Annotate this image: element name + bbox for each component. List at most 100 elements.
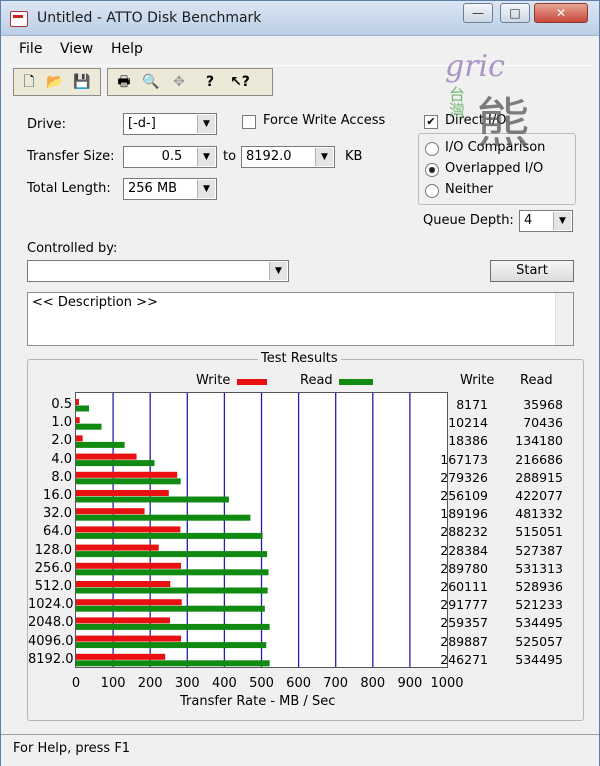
print-preview-icon[interactable]: 🔍 — [140, 71, 162, 93]
legend-read-swatch — [339, 379, 373, 385]
title-bar[interactable]: Untitled - ATTO Disk Benchmark — □ ✕ — [1, 1, 599, 36]
test-results-group: Test Results Write Read Write Read 0.5 1.… — [27, 351, 584, 721]
chevron-down-icon: ▼ — [197, 115, 215, 133]
write-value: 289780 — [440, 560, 488, 576]
force-write-checkbox[interactable] — [242, 115, 256, 129]
read-value: 528936 — [515, 579, 563, 594]
x-tick-label: 0 — [71, 676, 81, 691]
controlled-by-select[interactable]: ▼ — [27, 260, 289, 282]
write-bar — [76, 617, 170, 624]
read-value: 525057 — [515, 633, 563, 649]
read-bar — [76, 605, 265, 612]
maximize-button[interactable]: □ — [500, 3, 530, 23]
x-tick-label: 900 — [397, 676, 423, 691]
status-text: For Help, press F1 — [13, 741, 131, 756]
write-value: 260111 — [440, 579, 488, 594]
direct-io-checkbox[interactable]: ✔ — [424, 115, 438, 129]
print-icon[interactable]: 🖶 — [113, 71, 135, 93]
window-title: Untitled - ATTO Disk Benchmark — [37, 10, 262, 26]
read-value: 534495 — [515, 651, 563, 667]
toolbar-group-print: 🖶 🔍 ✥ ? ↖? — [107, 68, 273, 96]
chart-svg — [76, 393, 411, 667]
toolbar: 🗋 📂 💾 🖶 🔍 ✥ ? ↖? — [9, 65, 591, 99]
transfer-size-row-label: 8.0 — [51, 469, 72, 485]
legend-write-swatch — [237, 379, 267, 385]
write-value: 291777 — [440, 597, 488, 613]
to-label: to — [223, 149, 237, 164]
x-tick-label: 300 — [174, 676, 200, 691]
close-button[interactable]: ✕ — [534, 3, 588, 23]
app-icon — [10, 11, 28, 27]
read-value: 288915 — [515, 469, 563, 485]
toolbar-group-file: 🗋 📂 💾 — [13, 68, 101, 96]
transfer-size-row-label: 1024.0 — [28, 597, 74, 613]
transfer-size-row-label: 64.0 — [43, 524, 72, 540]
start-button[interactable]: Start — [490, 260, 574, 282]
new-icon[interactable]: 🗋 — [18, 71, 40, 93]
write-value: 10214 — [448, 415, 488, 431]
transfer-from-value: 0.5 — [161, 149, 183, 164]
read-value: 531313 — [515, 560, 563, 576]
queue-depth-select[interactable]: 4 ▼ — [519, 210, 573, 232]
save-icon[interactable]: 💾 — [71, 71, 93, 93]
x-tick-label: 700 — [323, 676, 349, 691]
read-bar — [76, 423, 102, 430]
help-icon[interactable]: ? — [199, 71, 221, 93]
read-bar — [76, 642, 267, 649]
chevron-down-icon: ▼ — [197, 180, 215, 198]
overlapped-io-label: Overlapped I/O — [445, 161, 544, 176]
transfer-size-from-select[interactable]: 0.5 ▼ — [123, 146, 217, 168]
read-value: 70436 — [523, 415, 563, 431]
open-icon[interactable]: 📂 — [44, 71, 66, 93]
transfer-size-row-label: 4.0 — [51, 451, 72, 467]
context-help-icon[interactable]: ↖? — [229, 71, 251, 93]
transfer-size-row-label: 512.0 — [34, 579, 72, 594]
write-bar — [76, 544, 159, 551]
read-bar — [76, 441, 125, 448]
description-textarea[interactable]: << Description >> — [27, 292, 574, 346]
read-bar — [76, 478, 181, 485]
transfer-size-label: Transfer Size: — [27, 149, 115, 164]
x-tick-label: 200 — [137, 676, 163, 691]
description-scrollbar[interactable] — [555, 293, 573, 345]
read-bar — [76, 587, 268, 594]
read-value: 422077 — [515, 488, 563, 503]
total-length-select[interactable]: 256 MB ▼ — [123, 178, 217, 200]
chevron-down-icon: ▼ — [553, 212, 571, 230]
kb-label: KB — [345, 149, 363, 164]
io-comparison-label: I/O Comparison — [445, 140, 546, 155]
write-bar — [76, 453, 137, 460]
menu-view[interactable]: View — [60, 41, 93, 57]
write-bar — [76, 471, 178, 478]
move-icon[interactable]: ✥ — [168, 71, 190, 93]
transfer-size-to-select[interactable]: 8192.0 ▼ — [241, 146, 335, 168]
write-value: 246271 — [440, 651, 488, 667]
legend-write-label: Write — [196, 373, 231, 388]
transfer-size-row-label: 8192.0 — [28, 651, 74, 667]
direct-io-label: Direct I/O — [445, 113, 507, 128]
x-tick-label: 800 — [360, 676, 386, 691]
write-bar — [76, 399, 79, 405]
write-bar — [76, 653, 166, 660]
overlapped-io-radio[interactable] — [425, 163, 439, 177]
chart-plot-area — [75, 392, 448, 668]
queue-depth-label: Queue Depth: — [423, 213, 514, 228]
menu-help[interactable]: Help — [111, 41, 143, 57]
write-bar — [76, 508, 145, 515]
io-comparison-radio[interactable] — [425, 142, 439, 156]
read-value: 134180 — [515, 433, 563, 449]
neither-label: Neither — [445, 182, 494, 197]
menu-file[interactable]: File — [19, 41, 42, 57]
write-value: 259357 — [440, 615, 488, 631]
write-value: 288232 — [440, 524, 488, 540]
read-bar — [76, 623, 270, 630]
write-value: 289887 — [440, 633, 488, 649]
read-bar — [76, 460, 155, 467]
minimize-button[interactable]: — — [463, 3, 493, 23]
transfer-size-row-label: 0.5 — [51, 397, 72, 412]
write-value: 167173 — [440, 451, 488, 467]
read-column-header: Read — [520, 373, 553, 388]
neither-radio[interactable] — [425, 184, 439, 198]
write-value: 256109 — [440, 488, 488, 503]
drive-select[interactable]: [-d-] ▼ — [123, 113, 217, 135]
